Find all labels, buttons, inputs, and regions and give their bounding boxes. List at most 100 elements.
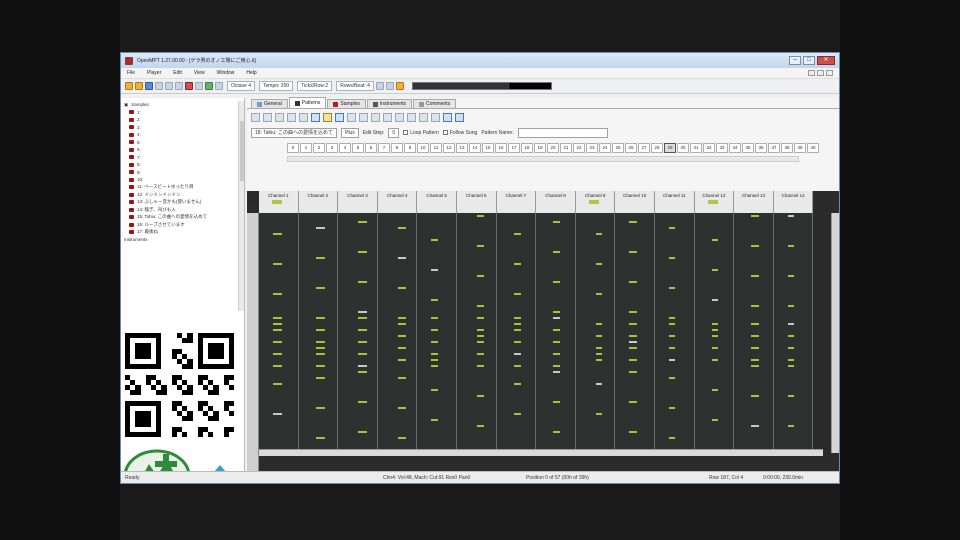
lock-icon[interactable]: [347, 112, 356, 122]
minimize-button[interactable]: –: [789, 56, 801, 65]
order-item[interactable]: 11: [430, 143, 442, 153]
sample-item[interactable]: 17: 最後ね: [123, 229, 239, 237]
order-item[interactable]: 27: [638, 143, 650, 153]
channel-column[interactable]: [298, 213, 339, 449]
channel-header[interactable]: Channel 1: [259, 191, 299, 213]
channel-manager-icon[interactable]: [455, 112, 464, 122]
maximize-button[interactable]: □: [803, 56, 815, 65]
tree-root-samples[interactable]: ▣ Samples: [123, 101, 239, 109]
chord-icon[interactable]: [419, 112, 428, 122]
order-item[interactable]: 39: [794, 143, 806, 153]
channel-header[interactable]: Channel 7: [496, 191, 537, 213]
new-pattern-icon[interactable]: [251, 112, 260, 122]
play-pattern-icon[interactable]: [275, 112, 284, 122]
stop-icon[interactable]: [215, 82, 223, 90]
tab-patterns[interactable]: Patterns: [288, 97, 327, 108]
sample-item[interactable]: 11: ベースビートゆったり目: [123, 184, 239, 192]
order-item[interactable]: 40: [807, 143, 819, 153]
amplify-icon[interactable]: [395, 112, 404, 122]
sample-item[interactable]: 7:: [123, 154, 239, 162]
sample-item[interactable]: 6:: [123, 146, 239, 154]
new-file-icon[interactable]: [125, 82, 133, 90]
mdi-restore-icon[interactable]: [817, 70, 824, 76]
order-item[interactable]: 30: [677, 143, 689, 153]
sample-item[interactable]: 16: ループさせています: [123, 221, 239, 229]
paste-icon[interactable]: [175, 82, 183, 90]
order-item[interactable]: 23: [586, 143, 598, 153]
order-item[interactable]: 14: [469, 143, 481, 153]
vumeter-toggle-icon[interactable]: [443, 112, 452, 122]
sample-item[interactable]: 12: ドンドンドンドン: [123, 191, 239, 199]
order-item[interactable]: 35: [742, 143, 754, 153]
channel-column[interactable]: [377, 213, 418, 449]
order-item[interactable]: 17: [508, 143, 520, 153]
rows-beat-field[interactable]: Rows/Beat: 4: [336, 81, 374, 91]
sample-item[interactable]: 13: ぶしゃー音かも(使いません): [123, 199, 239, 207]
order-item[interactable]: 36: [755, 143, 767, 153]
channel-header[interactable]: Channel 11: [655, 191, 695, 213]
edit-toggle-icon[interactable]: [323, 112, 332, 122]
loop-pattern-checkbox[interactable]: Loop Pattern: [403, 130, 439, 136]
order-item[interactable]: 29: [664, 143, 676, 153]
channel-column[interactable]: [694, 213, 735, 449]
order-item[interactable]: 12: [443, 143, 455, 153]
order-item[interactable]: 15: [482, 143, 494, 153]
channel-header[interactable]: Channel 4: [377, 191, 418, 213]
sample-item[interactable]: 1:: [123, 109, 239, 117]
sample-item[interactable]: 10:: [123, 176, 239, 184]
menu-window[interactable]: Window: [215, 70, 237, 76]
channel-header[interactable]: Channel 2: [298, 191, 339, 213]
sample-item[interactable]: 4:: [123, 131, 239, 139]
tempo-field[interactable]: Tempo: 200: [259, 81, 294, 91]
stop-pattern-icon[interactable]: [263, 112, 272, 122]
mdi-close-icon[interactable]: [826, 70, 833, 76]
tree-root-instruments[interactable]: Instruments: [123, 236, 239, 244]
order-item[interactable]: 9: [404, 143, 416, 153]
sample-item[interactable]: 9:: [123, 169, 239, 177]
order-item[interactable]: 16: [495, 143, 507, 153]
sample-item[interactable]: 8:: [123, 161, 239, 169]
follow-song-checkbox[interactable]: Follow Song: [442, 130, 477, 136]
sample-item[interactable]: 14: 騒ぎ、叫びも入: [123, 206, 239, 214]
order-item[interactable]: 8: [391, 143, 403, 153]
metronome-icon[interactable]: [375, 82, 384, 90]
copy-icon[interactable]: [165, 82, 173, 90]
menu-help[interactable]: Help: [244, 70, 258, 76]
properties-icon[interactable]: [383, 112, 392, 122]
play-from-start-icon[interactable]: [299, 112, 308, 122]
channel-column[interactable]: [655, 213, 695, 449]
sample-item[interactable]: 15: Tahiu: この曲への愛情を込めて: [123, 214, 239, 222]
plus-button[interactable]: Plus: [340, 128, 359, 138]
menu-file[interactable]: File: [125, 70, 137, 76]
order-item[interactable]: 10: [417, 143, 429, 153]
expand-icon[interactable]: [359, 112, 368, 122]
channel-column[interactable]: [457, 213, 497, 449]
sample-item[interactable]: 3:: [123, 124, 239, 132]
sample-item[interactable]: 2:: [123, 116, 239, 124]
help-icon[interactable]: [395, 82, 404, 90]
sample-item[interactable]: 5:: [123, 139, 239, 147]
tab-samples[interactable]: Samples: [327, 99, 366, 108]
order-item[interactable]: 26: [625, 143, 637, 153]
open-file-icon[interactable]: [135, 82, 143, 90]
pattern-combo[interactable]: 18: Tahiu: この曲への愛情を込めて: [251, 128, 337, 138]
order-item[interactable]: 5: [352, 143, 364, 153]
order-item[interactable]: 19: [534, 143, 546, 153]
menu-player[interactable]: Player: [145, 70, 163, 76]
order-item[interactable]: 34: [729, 143, 741, 153]
cut-icon[interactable]: [155, 82, 163, 90]
edit-step-field[interactable]: 0: [388, 128, 400, 138]
ticks-row-field[interactable]: Ticks/Row:2: [297, 81, 333, 91]
pattern-name-field[interactable]: [517, 128, 608, 138]
channel-header[interactable]: Channel 13: [734, 191, 774, 213]
channel-header[interactable]: Channel 9: [575, 191, 616, 213]
rewind-icon[interactable]: [195, 82, 203, 90]
order-item[interactable]: 2: [313, 143, 325, 153]
tab-instruments[interactable]: Instruments: [366, 99, 412, 108]
pattern-grid[interactable]: Row Channel 1 Channel 2 Channel 3 Channel 4…: [247, 191, 839, 473]
order-item[interactable]: 22: [573, 143, 585, 153]
order-item[interactable]: 1: [300, 143, 312, 153]
order-item[interactable]: 37: [768, 143, 780, 153]
order-item[interactable]: 21: [560, 143, 572, 153]
channel-header[interactable]: Channel 8: [536, 191, 576, 213]
